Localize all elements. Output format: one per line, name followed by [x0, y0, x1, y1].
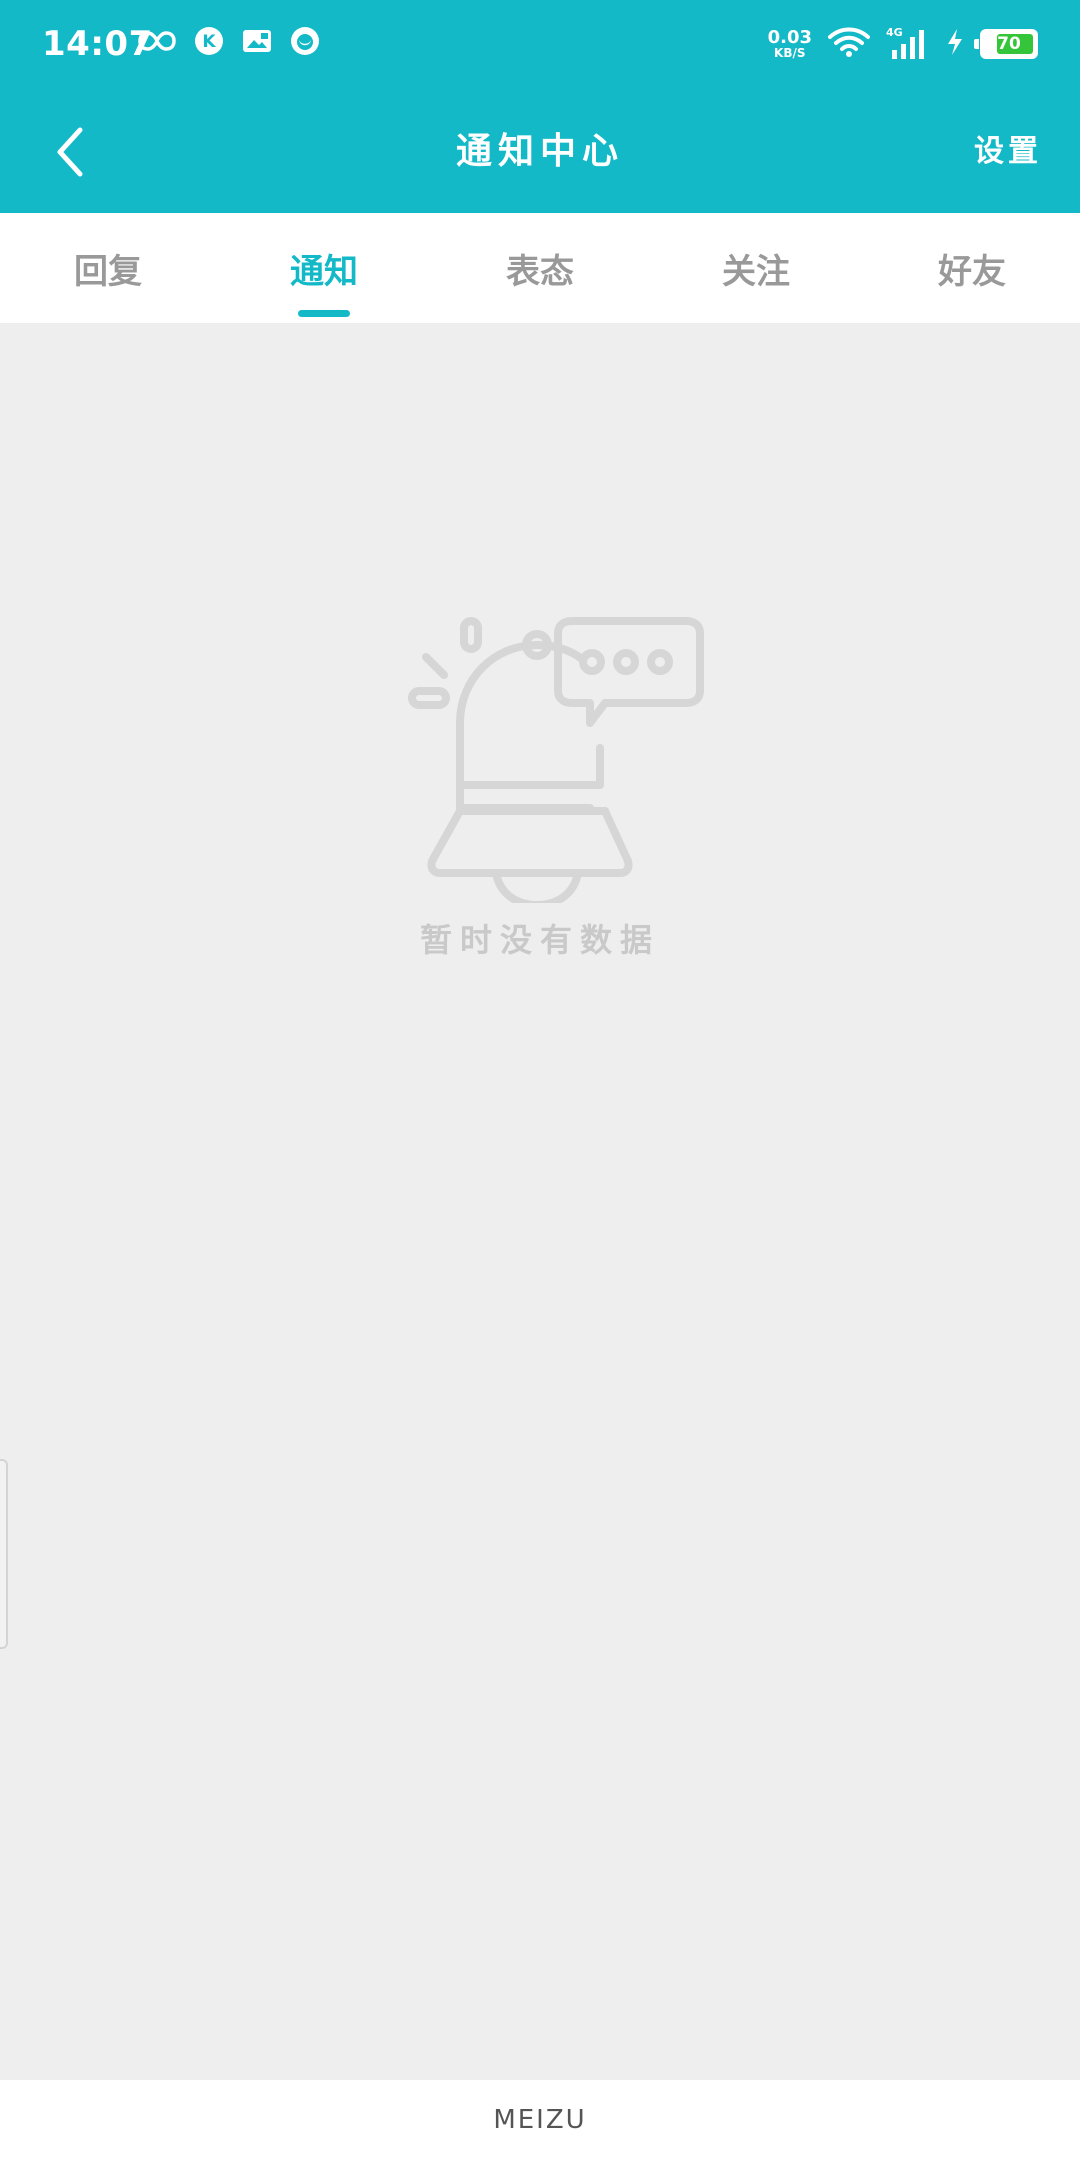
- svg-text:K: K: [202, 32, 216, 52]
- status-bar: 14:07 K 0.03 KB/S 4G 70: [0, 0, 1080, 90]
- infinity-icon: [138, 29, 176, 57]
- k-app-icon: K: [194, 26, 224, 60]
- drop-app-icon: [290, 26, 320, 60]
- settings-button[interactable]: 设置: [974, 126, 1042, 170]
- status-time: 14:07: [42, 24, 153, 64]
- tab-replies[interactable]: 回复: [0, 213, 216, 323]
- brand-logo: MEIZU: [493, 2105, 587, 2135]
- tab-following[interactable]: 关注: [648, 213, 864, 323]
- tab-reactions[interactable]: 表态: [432, 213, 648, 323]
- wifi-icon: [828, 26, 870, 62]
- net-speed: 0.03 KB/S: [767, 27, 812, 60]
- page-title: 通知中心: [455, 131, 624, 172]
- charging-icon: [946, 28, 964, 60]
- side-drawer-handle[interactable]: [0, 1459, 8, 1649]
- content-area: 暂时没有数据: [0, 323, 1080, 2080]
- app-bar: 通知中心 设置: [0, 90, 1080, 213]
- tab-label: 好友: [938, 251, 1006, 292]
- net-speed-value: 0.03: [767, 27, 812, 48]
- top-bar: 14:07 K 0.03 KB/S 4G 70 通知中心 设置: [0, 0, 1080, 213]
- battery-level: 70: [997, 34, 1021, 54]
- tab-notifications[interactable]: 通知: [216, 213, 432, 323]
- image-notification-icon: [242, 28, 272, 58]
- tab-bar: 回复 通知 表态 关注 好友: [0, 213, 1080, 323]
- battery-icon: 70: [974, 29, 1038, 59]
- bottom-bar: MEIZU: [0, 2080, 1080, 2160]
- bell-message-icon: [400, 613, 710, 909]
- net-speed-unit: KB/S: [774, 46, 806, 60]
- empty-state-text: 暂时没有数据: [419, 921, 660, 959]
- active-tab-indicator: [298, 310, 350, 317]
- tab-label: 关注: [722, 251, 790, 292]
- status-left-icons: K: [138, 26, 320, 60]
- tab-friends[interactable]: 好友: [864, 213, 1080, 323]
- tab-label: 回复: [74, 251, 142, 292]
- signal-icon: 4G: [886, 26, 930, 60]
- status-right: 0.03 KB/S 4G 70: [768, 26, 1038, 62]
- tab-label: 通知: [290, 251, 358, 292]
- tab-label: 表态: [506, 251, 574, 292]
